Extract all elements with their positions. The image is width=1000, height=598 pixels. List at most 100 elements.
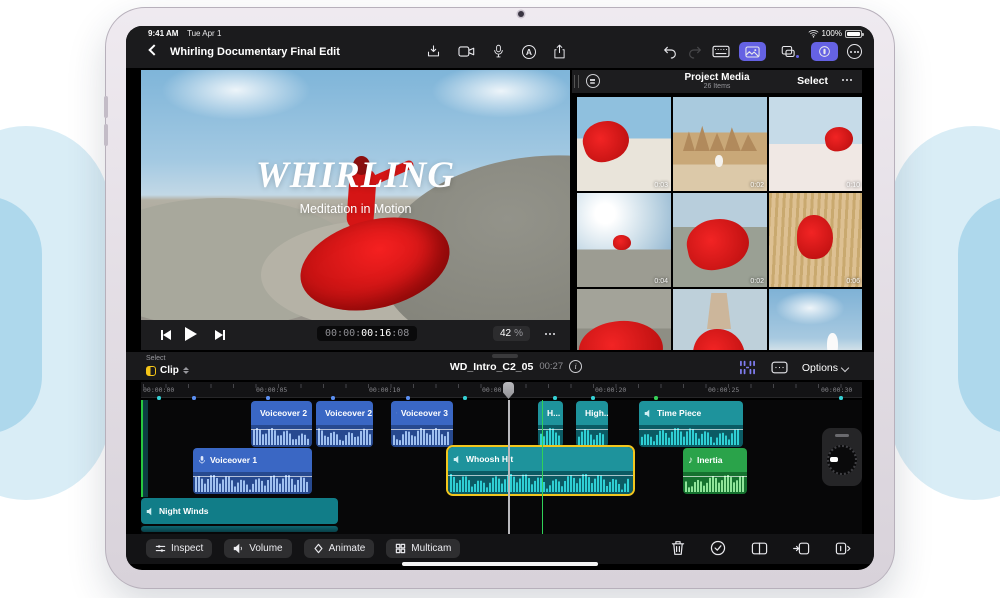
timeline-clip[interactable]: Voiceover 3 (391, 401, 453, 447)
viewer-more-icon[interactable] (545, 333, 555, 335)
waveform (639, 425, 743, 447)
timeline-drag-handle[interactable] (492, 354, 518, 358)
options-dropdown[interactable]: Options (802, 358, 850, 376)
playhead-line[interactable] (508, 400, 510, 534)
timeline-clip[interactable]: Night Winds (141, 498, 338, 524)
ruler-tick: 00:00:05 (256, 386, 288, 394)
media-thumbnail[interactable]: 0:06 (769, 193, 862, 287)
thumb-figure (577, 315, 667, 350)
select-button[interactable]: Select (797, 75, 828, 87)
ruler-tick: 00:00:00 (143, 386, 175, 394)
speaker-icon (146, 507, 152, 515)
viewer-title-overlay: WHIRLING (255, 155, 456, 196)
mic-icon (396, 412, 397, 414)
speaker-icon (234, 543, 243, 554)
animate-button[interactable]: Animate (303, 539, 375, 558)
media-thumbnail[interactable]: 0:10 (769, 97, 862, 191)
music-note-icon: ♪ (688, 454, 693, 466)
viewer-zoom-control[interactable]: 42% (493, 326, 531, 341)
media-thumbnail[interactable]: 0:02 (673, 97, 767, 191)
redo-icon[interactable] (687, 44, 703, 60)
media-thumbnail[interactable]: 0:02 (673, 193, 767, 287)
play-icon[interactable] (185, 327, 197, 341)
cloud (161, 70, 311, 120)
media-thumbnail[interactable]: 0:04 (577, 193, 671, 287)
volume-up-button[interactable] (104, 96, 108, 118)
media-thumbnail[interactable]: 0:03 (577, 97, 671, 191)
thumb-figure (577, 114, 635, 168)
audio-insert-icon[interactable] (835, 541, 852, 556)
clip-label: Voiceover 2 (260, 408, 308, 418)
tool-label: Clip (160, 365, 179, 376)
timecode-display[interactable]: 00:00:00:16:08 (317, 326, 418, 341)
timeline-clip[interactable]: High... (576, 401, 608, 447)
more-options-icon[interactable] (847, 44, 862, 59)
jog-wheel-toggle-button[interactable] (811, 42, 838, 61)
battery-icon (845, 29, 864, 38)
playback-controls: 00:00:00:16:08 42% (141, 320, 570, 350)
home-indicator[interactable] (402, 562, 598, 566)
photos-icon (745, 45, 760, 58)
status-time: 9:41 AM (148, 29, 179, 38)
clip-label: Whoosh Hit (466, 454, 514, 464)
keyboard-icon[interactable] (712, 45, 730, 58)
clip-duration: 0:03 (654, 182, 668, 189)
magnetic-timeline-icon[interactable] (738, 360, 757, 375)
marker-dot (654, 396, 658, 400)
inspect-button[interactable]: Inspect (146, 539, 213, 558)
mic-icon (199, 456, 205, 464)
jog-handle-bar (835, 434, 849, 437)
timeline-ruler[interactable]: 00:00:00 00:00:05 00:00:10 00:00:15 00:0… (141, 382, 862, 398)
media-more-icon[interactable] (842, 79, 852, 81)
microphone-icon[interactable] (492, 44, 505, 59)
marker-dot (266, 396, 270, 400)
insert-clip-icon[interactable] (793, 541, 810, 556)
thumb-figure (682, 213, 754, 275)
media-thumbnail[interactable] (577, 289, 671, 350)
annotate-icon[interactable]: A (522, 44, 536, 59)
info-icon[interactable]: i (569, 360, 583, 373)
cloud (431, 70, 570, 118)
overwrite-mode-icon[interactable] (771, 361, 788, 374)
trash-icon[interactable] (671, 540, 685, 556)
skip-forward-icon[interactable] (213, 330, 225, 340)
media-thumbnail[interactable] (673, 289, 767, 350)
marker-dot (331, 396, 335, 400)
timeline-clip[interactable]: Time Piece (639, 401, 743, 447)
timeline-clip[interactable]: Voiceover 2 (251, 401, 312, 447)
inspector-icon (155, 545, 166, 552)
multicam-button[interactable]: Multicam (386, 539, 461, 558)
jog-wheel[interactable] (822, 428, 862, 486)
checkmark-circle-icon[interactable] (710, 540, 726, 556)
thumb-figure (797, 215, 833, 259)
timeline-clip[interactable]: ♪ Inertia (683, 448, 747, 494)
tool-selector[interactable]: Clip (146, 365, 189, 376)
camera-icon[interactable] (458, 45, 475, 58)
skip-back-icon[interactable] (161, 330, 173, 340)
timeline-clip-selected[interactable]: Whoosh Hit (446, 445, 635, 496)
waveform (576, 425, 608, 447)
browser-overlay-button[interactable] (775, 42, 802, 61)
video-viewer[interactable]: WHIRLING Meditation in Motion (141, 70, 570, 320)
waveform (251, 425, 312, 447)
clip-label: Night Winds (159, 506, 209, 516)
ipad-device: 9:41 AM Tue Apr 1 100% Whirling Document… (104, 7, 895, 589)
jog-pointer (830, 457, 838, 462)
ruler-tick: 00:00:20 (595, 386, 627, 394)
marker-dot (192, 396, 196, 400)
undo-icon[interactable] (662, 44, 678, 60)
thumb-figure (613, 235, 631, 250)
split-clip-icon[interactable] (751, 541, 768, 556)
project-title: Whirling Documentary Final Edit (170, 46, 340, 58)
media-thumbnail[interactable] (769, 289, 862, 350)
timeline-clip[interactable]: Voiceover 2 (316, 401, 373, 447)
media-browser-button[interactable] (739, 42, 766, 61)
timeline-tracks[interactable]: Voiceover 2 Voiceover 2 Voiceover 3 H...… (141, 400, 862, 534)
marker-dot (157, 396, 161, 400)
volume-button[interactable]: Volume (224, 539, 292, 558)
volume-down-button[interactable] (104, 124, 108, 146)
timeline-clip[interactable]: Voiceover 1 (193, 448, 312, 494)
back-chevron-icon[interactable] (148, 44, 160, 56)
share-icon[interactable] (553, 44, 566, 59)
import-media-icon[interactable] (426, 44, 441, 59)
